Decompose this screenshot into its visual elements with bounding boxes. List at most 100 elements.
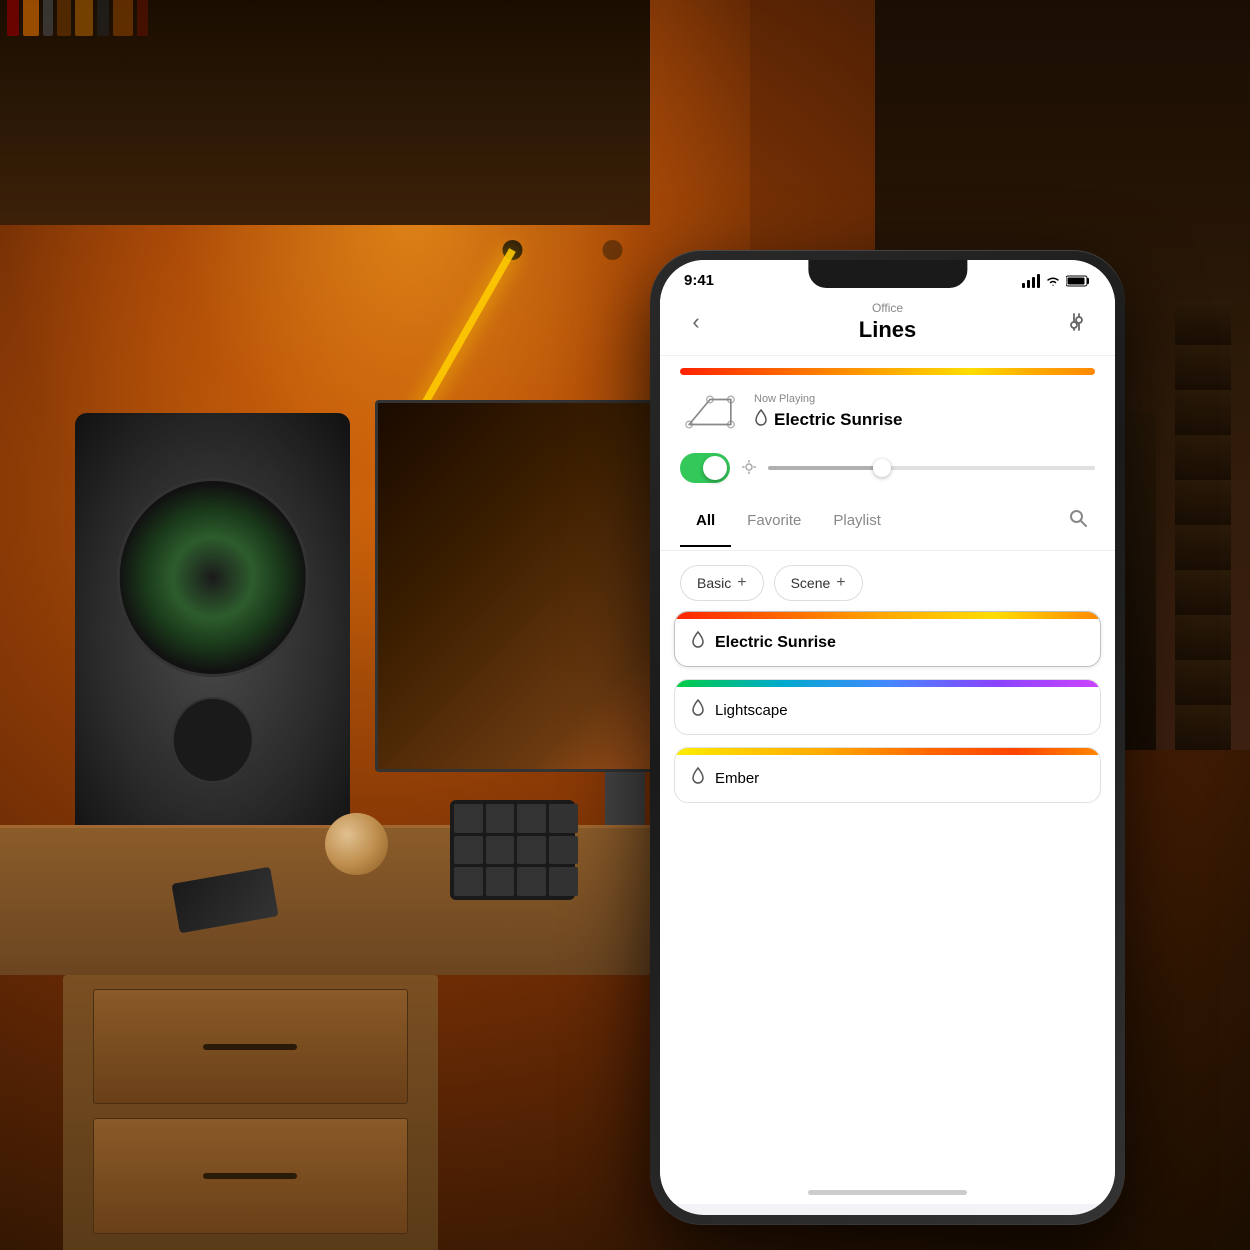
drawer-handle: [203, 1044, 297, 1050]
device-btn: [486, 804, 515, 833]
phone-outer-shell: 9:41: [650, 250, 1125, 1225]
phone-notch: [808, 260, 967, 288]
drawer-top: [93, 989, 408, 1105]
settings-button[interactable]: [1063, 306, 1095, 338]
desk-drawers: [63, 975, 438, 1250]
scene-card-content: Electric Sunrise: [675, 619, 1100, 666]
scene-card-content-lightscape: Lightscape: [675, 687, 1100, 734]
status-time: 9:41: [684, 272, 714, 289]
building: [1175, 300, 1231, 750]
elgato-device: [450, 800, 575, 900]
tab-all[interactable]: All: [680, 504, 731, 537]
book: [23, 0, 39, 36]
book: [97, 0, 109, 36]
droplet-icon-electric-sunrise: [691, 631, 705, 654]
book: [7, 0, 19, 36]
brightness-slider[interactable]: [768, 466, 1095, 470]
scene-color-bar-lightscape: [675, 680, 1100, 687]
speaker-tweeter: [171, 697, 254, 784]
droplet-icon-lightscape: [691, 699, 705, 722]
scene-plus-icon: +: [836, 574, 845, 592]
scene-name-electric-sunrise: Electric Sunrise: [715, 634, 836, 652]
book: [137, 0, 148, 36]
decorative-sphere: [325, 813, 388, 876]
drawer-handle: [203, 1173, 297, 1179]
device-btn: [454, 867, 483, 896]
wifi-icon: [1045, 275, 1061, 287]
phone: 9:41: [650, 250, 1125, 1225]
header-subtitle: Office: [859, 301, 916, 315]
droplet-icon-svg: [754, 409, 768, 427]
device-btn: [486, 867, 515, 896]
device-btn: [517, 867, 546, 896]
scene-color-bar-electric-sunrise: [675, 612, 1100, 619]
status-icons: [1022, 274, 1091, 288]
power-toggle[interactable]: [680, 453, 730, 483]
scene-card-electric-sunrise[interactable]: Electric Sunrise: [674, 611, 1101, 667]
scene-category-row: Basic + Scene +: [660, 551, 1115, 611]
signal-bar-1: [1022, 283, 1025, 288]
book: [57, 0, 71, 36]
signal-icon: [1022, 274, 1040, 288]
now-playing-scene-name: Electric Sunrise: [774, 410, 903, 430]
speaker: [75, 413, 350, 851]
basic-plus-icon: +: [737, 574, 746, 592]
droplet-icon: [754, 409, 768, 432]
sliders-icon: [1068, 311, 1090, 333]
device-btn: [454, 836, 483, 865]
signal-bar-3: [1032, 277, 1035, 288]
book: [43, 0, 53, 36]
brightness-low-icon: [742, 460, 756, 477]
droplet-icon-ember: [691, 767, 705, 790]
device-btn: [549, 836, 578, 865]
drawer-bottom: [93, 1118, 408, 1234]
signal-bar-2: [1027, 280, 1030, 288]
tab-playlist[interactable]: Playlist: [817, 504, 897, 537]
device-btn: [486, 836, 515, 865]
shelf-books: [7, 5, 332, 37]
device-btn: [517, 836, 546, 865]
controls-row: [660, 445, 1115, 491]
scene-list: Electric Sunrise Lightscape: [660, 611, 1115, 1180]
signal-bar-4: [1037, 274, 1040, 288]
app-content: ‹ Office Lines: [660, 293, 1115, 1204]
scene-card-lightscape[interactable]: Lightscape: [674, 679, 1101, 735]
search-icon: [1069, 509, 1087, 527]
home-bar: [808, 1190, 967, 1195]
tab-favorite[interactable]: Favorite: [731, 504, 817, 537]
now-playing-label: Now Playing: [754, 393, 1095, 405]
book: [113, 0, 133, 36]
scene-color-preview-bar: [680, 368, 1095, 375]
scene-button[interactable]: Scene +: [774, 565, 863, 601]
phone-screen: 9:41: [660, 260, 1115, 1215]
home-indicator: [660, 1180, 1115, 1204]
brightness-fill: [768, 466, 882, 470]
now-playing-name: Electric Sunrise: [754, 409, 1095, 432]
app-header: ‹ Office Lines: [660, 293, 1115, 356]
speaker-cone: [116, 478, 309, 677]
device-btn: [454, 804, 483, 833]
device-btn: [549, 867, 578, 896]
scene-label: Scene: [791, 575, 831, 591]
scene-name-lightscape: Lightscape: [715, 702, 788, 719]
now-playing-info: Now Playing Electric Sunrise: [754, 393, 1095, 432]
search-button[interactable]: [1061, 501, 1095, 540]
back-chevron-icon: ‹: [692, 309, 699, 335]
basic-label: Basic: [697, 575, 731, 591]
tab-bar: All Favorite Playlist: [660, 491, 1115, 551]
scene-name-ember: Ember: [715, 770, 759, 787]
battery-icon: [1066, 275, 1091, 287]
scene-color-bar-ember: [675, 748, 1100, 755]
device-btn: [517, 804, 546, 833]
back-button[interactable]: ‹: [680, 306, 712, 338]
sun-small-icon: [742, 460, 756, 474]
basic-button[interactable]: Basic +: [680, 565, 764, 601]
device-btn: [549, 804, 578, 833]
scene-card-content-ember: Ember: [675, 755, 1100, 802]
toggle-knob: [703, 456, 727, 480]
scene-card-ember[interactable]: Ember: [674, 747, 1101, 803]
book: [75, 0, 93, 36]
header-title: Lines: [859, 317, 916, 343]
header-title-group: Office Lines: [859, 301, 916, 343]
now-playing-section: Now Playing Electric Sunrise: [660, 375, 1115, 445]
